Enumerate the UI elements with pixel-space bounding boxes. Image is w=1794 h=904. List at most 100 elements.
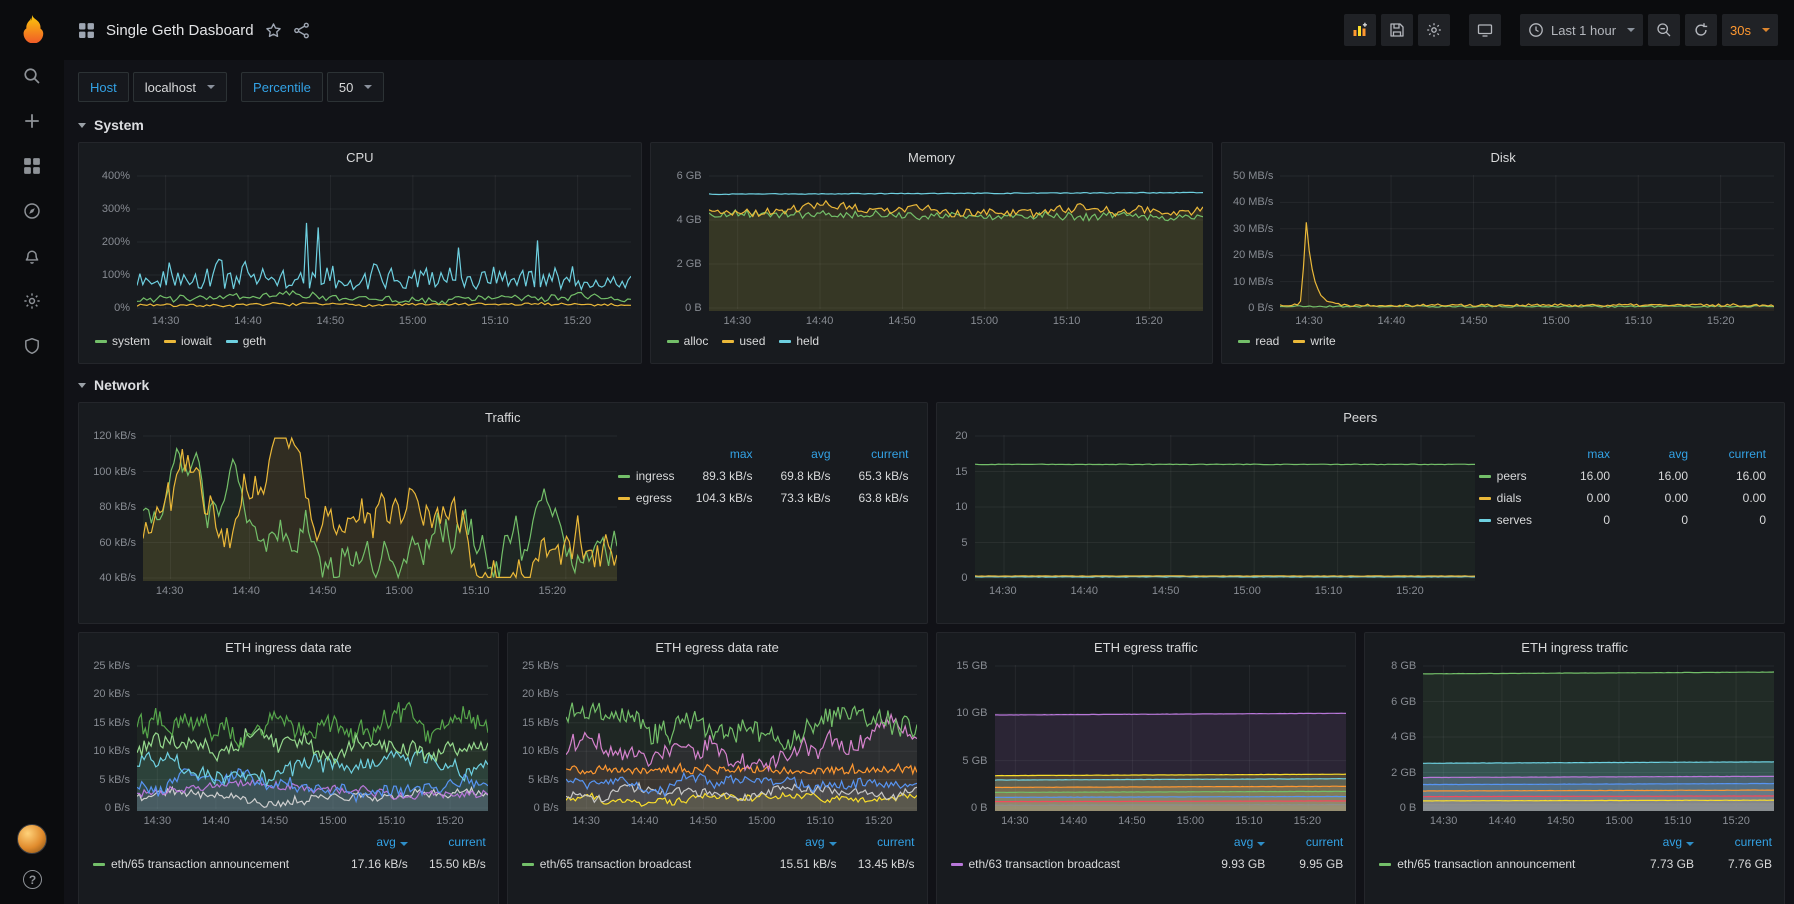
legend-series-name[interactable]: ingress xyxy=(618,469,675,483)
legend-series-name[interactable]: serves xyxy=(1479,513,1532,527)
plot-area[interactable] xyxy=(143,433,602,581)
search-icon[interactable] xyxy=(23,67,41,85)
legend-item-read[interactable]: read xyxy=(1238,334,1279,348)
plot-area[interactable] xyxy=(709,173,1203,311)
legend-column-current[interactable]: current xyxy=(837,835,915,849)
panel-title: CPU xyxy=(346,150,373,165)
legend-column-avg[interactable]: avg xyxy=(1187,835,1265,849)
legend-item-held[interactable]: held xyxy=(779,334,819,348)
cpu-chart[interactable]: 400%300%200%100%0%14:3014:4014:5015:0015… xyxy=(79,171,641,329)
legend-column-avg[interactable]: avg xyxy=(330,835,408,849)
dashboards-icon[interactable] xyxy=(23,157,41,175)
plot-area[interactable] xyxy=(137,173,631,311)
legend-item-alloc[interactable]: alloc xyxy=(667,334,709,348)
legend-series-name[interactable]: eth/63 transaction broadcast xyxy=(951,857,1188,871)
share-icon[interactable] xyxy=(293,22,310,39)
legend-row: peers16.0016.0016.00 xyxy=(1479,465,1766,487)
panel-header-memory[interactable]: Memory xyxy=(651,143,1213,171)
panel-header-peers[interactable]: Peers xyxy=(937,403,1785,431)
plot-area[interactable] xyxy=(566,663,917,811)
panel-header-eth-ingress-traffic[interactable]: ETH ingress traffic xyxy=(1365,633,1784,661)
refresh-interval-button[interactable]: 30s xyxy=(1722,14,1778,46)
traffic-chart[interactable]: 120 kB/s100 kB/s80 kB/s60 kB/s40 kB/s14:… xyxy=(79,431,612,599)
create-icon[interactable] xyxy=(23,112,41,130)
legend-column-avg[interactable]: avg xyxy=(753,447,831,461)
legend-column-current[interactable]: current xyxy=(1265,835,1343,849)
memory-chart[interactable]: 6 GB4 GB2 GB0 B14:3014:4014:5015:0015:10… xyxy=(651,171,1213,329)
dashboard-settings-button[interactable] xyxy=(1418,14,1450,46)
zoom-out-button[interactable] xyxy=(1648,14,1680,46)
legend-column-max[interactable]: max xyxy=(675,447,753,461)
peers-chart[interactable]: 2015105014:3014:4014:5015:0015:1015:20 xyxy=(937,431,1473,599)
legend-item-write[interactable]: write xyxy=(1293,334,1335,348)
plot-area[interactable] xyxy=(1280,173,1774,311)
eth-ingress-data-rate-chart[interactable]: 25 kB/s20 kB/s15 kB/s10 kB/s5 kB/s0 B/s1… xyxy=(79,661,498,829)
legend-series-name[interactable]: dials xyxy=(1479,491,1532,505)
configuration-icon[interactable] xyxy=(23,292,41,310)
panel-header-traffic[interactable]: Traffic xyxy=(79,403,927,431)
plot-area[interactable] xyxy=(975,433,1463,581)
plot-area[interactable] xyxy=(995,663,1346,811)
legend-series-name[interactable]: eth/65 transaction announcement xyxy=(1379,857,1616,871)
legend-item-iowait[interactable]: iowait xyxy=(164,334,212,348)
legend-column-avg[interactable]: avg xyxy=(1610,447,1688,461)
eth-egress-data-rate-chart[interactable]: 25 kB/s20 kB/s15 kB/s10 kB/s5 kB/s0 B/s1… xyxy=(508,661,927,829)
eth-ingress-traffic-chart[interactable]: 8 GB6 GB4 GB2 GB0 B14:3014:4014:5015:001… xyxy=(1365,661,1784,829)
panel-eth-egress-data-rate: ETH egress data rate 25 kB/s20 kB/s15 kB… xyxy=(507,632,928,904)
row-header-network[interactable]: Network xyxy=(78,372,149,398)
legend-item-geth[interactable]: geth xyxy=(226,334,266,348)
legend-column-current[interactable]: current xyxy=(408,835,486,849)
panel-header-cpu[interactable]: CPU xyxy=(79,143,641,171)
chevron-down-icon xyxy=(1257,842,1265,846)
dashboard-grid-icon[interactable] xyxy=(78,22,95,39)
disk-chart[interactable]: 50 MB/s40 MB/s30 MB/s20 MB/s10 MB/s0 B/s… xyxy=(1222,171,1784,329)
y-tick: 10 xyxy=(955,501,967,513)
host-variable-select[interactable]: localhost xyxy=(133,72,227,102)
legend-column-current[interactable]: current xyxy=(1688,447,1766,461)
eth-egress-traffic-chart[interactable]: 15 GB10 GB5 GB0 B14:3014:4014:5015:0015:… xyxy=(937,661,1356,829)
percentile-variable-select[interactable]: 50 xyxy=(327,72,384,102)
row-header-system[interactable]: System xyxy=(78,112,144,138)
legend-column-avg[interactable]: avg xyxy=(759,835,837,849)
plot-area[interactable] xyxy=(137,663,488,811)
help-icon[interactable]: ? xyxy=(23,870,41,888)
legend-item-system[interactable]: system xyxy=(95,334,150,348)
legend-series-name[interactable]: eth/65 transaction announcement xyxy=(93,857,330,871)
refresh-button[interactable] xyxy=(1685,14,1717,46)
add-panel-button[interactable] xyxy=(1344,14,1376,46)
legend-series-name[interactable]: egress xyxy=(618,491,675,505)
panel-header-disk[interactable]: Disk xyxy=(1222,143,1784,171)
eth-panel-row: ETH ingress data rate 25 kB/s20 kB/s15 k… xyxy=(78,632,1785,904)
server-admin-icon[interactable] xyxy=(23,337,41,355)
x-tick: 15:20 xyxy=(1707,315,1735,327)
panel-header-eth-egress-data-rate[interactable]: ETH egress data rate xyxy=(508,633,927,661)
panel-header-eth-ingress-data-rate[interactable]: ETH ingress data rate xyxy=(79,633,498,661)
cycle-view-mode-button[interactable] xyxy=(1469,14,1501,46)
star-icon[interactable] xyxy=(265,22,282,39)
panel-header-eth-egress-traffic[interactable]: ETH egress traffic xyxy=(937,633,1356,661)
legend-value: 89.3 kB/s xyxy=(675,469,753,483)
legend-column-current[interactable]: current xyxy=(1694,835,1772,849)
grafana-logo-icon[interactable] xyxy=(17,13,47,43)
legend-item-used[interactable]: used xyxy=(722,334,765,348)
alerting-icon[interactable] xyxy=(23,247,41,265)
x-tick: 14:30 xyxy=(156,585,184,597)
legend-column-current[interactable]: current xyxy=(831,447,909,461)
user-avatar[interactable] xyxy=(17,824,47,854)
explore-icon[interactable] xyxy=(23,202,41,220)
legend-series-name[interactable]: eth/65 transaction broadcast xyxy=(522,857,759,871)
time-picker-button[interactable]: Last 1 hour xyxy=(1520,14,1643,46)
chart-svg xyxy=(1423,663,1774,811)
chart-svg xyxy=(709,173,1203,311)
save-dashboard-button[interactable] xyxy=(1381,14,1413,46)
percentile-variable-value: 50 xyxy=(339,80,353,95)
legend-column-max[interactable]: max xyxy=(1532,447,1610,461)
plot-area[interactable] xyxy=(1423,663,1774,811)
legend-header-row: avgcurrent xyxy=(522,831,915,853)
y-tick: 6 GB xyxy=(1391,696,1416,708)
legend-column-avg[interactable]: avg xyxy=(1616,835,1694,849)
x-axis: 14:3014:4014:5015:0015:1015:20 xyxy=(143,581,602,599)
x-tick: 15:10 xyxy=(1664,815,1692,827)
dashboard-title[interactable]: Single Geth Dasboard xyxy=(106,22,254,39)
legend-series-name[interactable]: peers xyxy=(1479,469,1532,483)
